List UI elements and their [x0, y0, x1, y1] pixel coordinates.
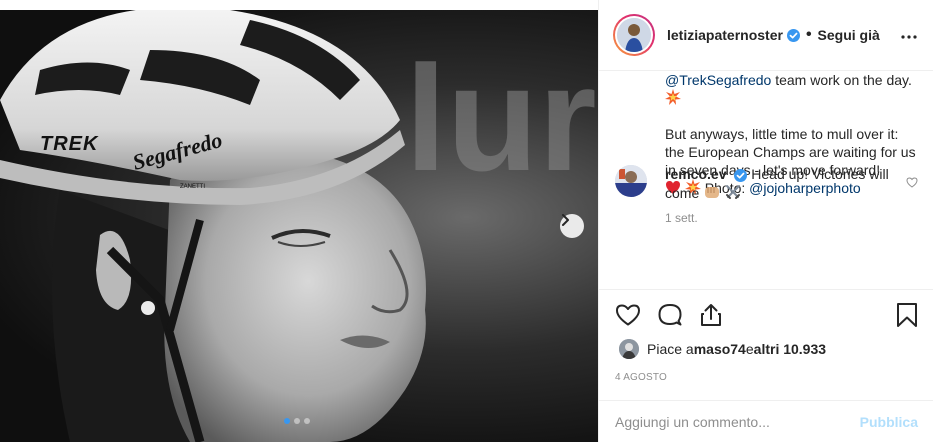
share-button[interactable] — [699, 302, 723, 328]
liker-avatar — [619, 339, 639, 359]
chevron-right-icon — [562, 214, 569, 226]
caption-timestamp[interactable]: 1 sett. — [665, 211, 918, 225]
heart-icon — [906, 177, 918, 188]
caption-text-line1: team work on the day. — [771, 72, 912, 88]
header-separator: • — [805, 26, 812, 43]
comment-button[interactable] — [657, 302, 683, 328]
liker-username[interactable]: maso74 — [694, 341, 746, 357]
carousel-dot — [294, 418, 300, 424]
more-icon — [901, 35, 917, 39]
likes-summary[interactable]: Piace a maso74 e altri 10.933 — [619, 339, 826, 359]
following-button[interactable]: Segui già — [818, 27, 880, 43]
likes-prefix: Piace a — [647, 341, 694, 357]
author-avatar[interactable] — [613, 14, 655, 56]
verified-icon — [786, 28, 800, 42]
next-photo-button[interactable] — [560, 214, 584, 238]
post-panel: letiziapaternoster • Segui già @TrekSega… — [598, 0, 933, 442]
share-icon — [701, 303, 721, 326]
cyclist-photo: lur TREK Segafredo ZANETTI — [0, 10, 597, 442]
commenter-avatar[interactable] — [615, 165, 647, 197]
comment-input[interactable] — [615, 413, 860, 430]
comment-icon — [658, 303, 682, 325]
helmet-sub-text: ZANETTI — [180, 184, 205, 190]
likes-others-count[interactable]: altri 10.933 — [754, 341, 826, 357]
avatar-image — [615, 165, 647, 197]
post-date[interactable]: 4 agosto — [615, 372, 667, 383]
post-photo[interactable]: lur TREK Segafredo ZANETTI — [0, 10, 598, 442]
publish-button[interactable]: Pubblica — [860, 414, 918, 430]
fist-emoji — [705, 187, 720, 198]
more-options-button[interactable] — [901, 26, 917, 44]
carousel-dot — [304, 418, 310, 424]
carousel-dot-active — [284, 418, 290, 424]
heart-icon — [616, 304, 640, 325]
save-button[interactable] — [896, 302, 918, 328]
commenter-username[interactable]: remco.ev — [665, 166, 726, 182]
avatar-image — [619, 339, 639, 359]
crossed-swords-emoji — [726, 185, 741, 199]
comment-body: remco.ev Head up! Victories will come — [665, 165, 901, 203]
like-comment-button[interactable] — [906, 175, 918, 193]
like-button[interactable] — [615, 303, 641, 327]
post-actions — [599, 289, 933, 339]
comment-item: remco.ev Head up! Victories will come — [615, 165, 918, 203]
caption-mention-team[interactable]: @TrekSegafredo — [665, 72, 771, 88]
bookmark-icon — [897, 302, 917, 327]
verified-icon — [734, 168, 748, 182]
collision-emoji — [665, 89, 681, 105]
add-comment-bar: Pubblica — [599, 400, 933, 442]
likes-middle: e — [745, 341, 754, 357]
helmet-brand-text: TREK — [40, 133, 99, 155]
post-header: letiziapaternoster • Segui già — [599, 0, 933, 71]
avatar-image — [617, 18, 651, 52]
carousel-indicator — [284, 418, 310, 424]
svg-text:lur: lur — [405, 34, 597, 202]
author-username[interactable]: letiziapaternoster — [667, 27, 783, 43]
